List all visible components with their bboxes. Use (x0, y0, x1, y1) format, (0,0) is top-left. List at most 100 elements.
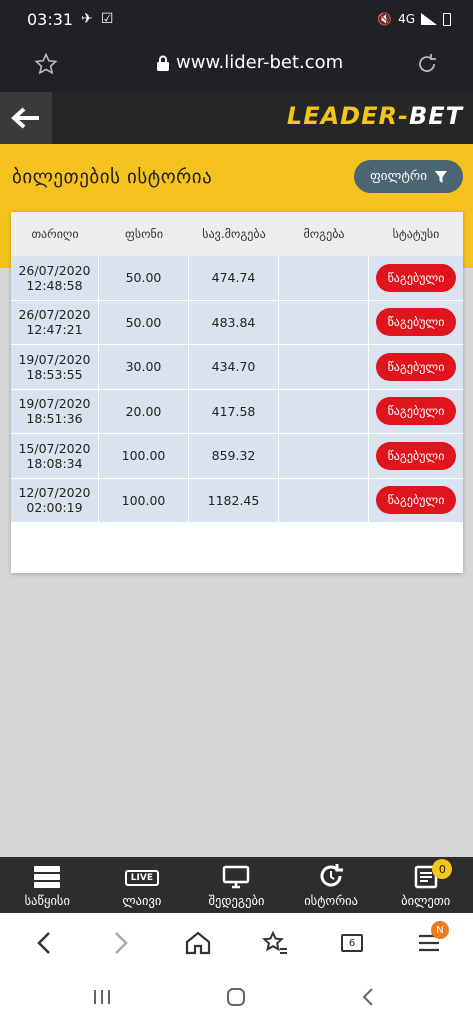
table-row[interactable]: 15/07/2020 18:08:34 100.00 859.32 წაგებულ… (11, 434, 463, 479)
cell-date: 26/07/2020 (18, 262, 91, 278)
cell-status: წაგებული (369, 479, 463, 523)
logo-part1: LEADER (286, 102, 398, 130)
arrow-left-icon (11, 107, 39, 129)
home-icon (185, 931, 211, 955)
bookmark-star-icon[interactable] (34, 52, 58, 76)
nav-item-history[interactable]: ისტორია (284, 857, 379, 913)
cell-time: 12:48:58 (26, 277, 83, 293)
table-row[interactable]: 19/07/2020 18:51:36 20.00 417.58 წაგებული (11, 389, 463, 434)
lock-icon (157, 55, 169, 71)
cell-datetime: 19/07/2020 18:53:55 (11, 345, 99, 389)
header-win: მოგება (303, 227, 345, 241)
notification-icon: ✈ (81, 11, 93, 27)
nav-item-ticket[interactable]: 0 ბილეთი (378, 857, 473, 913)
home-nav-icon[interactable] (226, 987, 246, 1007)
browser-forward-button[interactable] (107, 929, 135, 957)
filter-icon (434, 170, 447, 183)
tickets-table: თარიღი ფსონი სავ.მოგება მოგება სტატუსი 2… (11, 212, 463, 573)
cell-date: 19/07/2020 (18, 351, 91, 367)
cell-win (279, 478, 369, 522)
chevron-left-icon (37, 932, 50, 954)
cell-win (279, 345, 369, 389)
cell-date: 19/07/2020 (18, 396, 91, 412)
reload-icon[interactable] (415, 52, 439, 76)
browser-url-bar: www.lider-bet.com (0, 38, 473, 92)
monitor-icon (223, 865, 250, 889)
cell-time: 12:47:21 (26, 322, 83, 338)
browser-back-button[interactable] (30, 929, 58, 957)
cell-status: წაგებული (369, 434, 463, 478)
logo-part2: BET (408, 102, 463, 130)
filter-button[interactable]: ფილტრი (354, 160, 463, 193)
tabs-button[interactable]: 6 (338, 929, 366, 957)
nav-item-results[interactable]: შედეგები (189, 857, 284, 913)
cell-potential-win: 859.32 (189, 434, 279, 478)
signal-icon (421, 13, 437, 25)
table-row[interactable]: 19/07/2020 18:53:55 30.00 434.70 წაგებული (11, 345, 463, 390)
android-nav-bar (0, 971, 473, 1024)
chevron-right-icon (115, 932, 128, 954)
cell-potential-win: 434.70 (189, 345, 279, 389)
site-logo[interactable]: LEADER-BET (287, 102, 463, 130)
cell-status: წაგებული (369, 301, 463, 345)
network-label: 4G (398, 12, 415, 26)
browser-menu-button[interactable]: N (415, 921, 449, 957)
header-potential-win: სავ.მოგება (202, 227, 266, 241)
browser-home-button[interactable] (184, 929, 212, 957)
recent-apps-icon[interactable] (92, 987, 112, 1007)
browser-toolbar: 6 N (0, 913, 473, 971)
nav-item-home[interactable]: საწყისი (0, 857, 95, 913)
cell-potential-win: 417.58 (189, 389, 279, 433)
cell-win (279, 434, 369, 478)
nav-label: ისტორია (304, 893, 358, 908)
header-status: სტატუსი (392, 227, 440, 241)
site-bottom-nav: საწყისი LIVE ლაივი შედეგები ისტორია 0 ბი… (0, 857, 473, 913)
home-stack-icon (34, 866, 61, 888)
status-bar: 03:31 ✈ ☑ 🔇 4G (0, 0, 473, 38)
cell-potential-win: 474.74 (189, 256, 279, 300)
address-field[interactable]: www.lider-bet.com (156, 52, 343, 73)
tabs-count-icon: 6 (341, 934, 363, 952)
table-row[interactable]: 26/07/2020 12:48:58 50.00 474.74 წაგებული (11, 256, 463, 301)
logo-separator: - (397, 102, 409, 130)
cell-stake: 20.00 (99, 389, 189, 433)
history-icon (320, 864, 344, 887)
table-row[interactable]: 26/07/2020 12:47:21 50.00 483.84 წაგებული (11, 300, 463, 345)
battery-icon (443, 12, 451, 26)
site-header: LEADER-BET (0, 92, 473, 144)
table-header: თარიღი ფსონი სავ.მოგება მოგება სტატუსი (11, 212, 463, 256)
cell-stake: 50.00 (99, 256, 189, 300)
cell-status: წაგებული (369, 345, 463, 389)
status-badge: წაგებული (376, 397, 456, 426)
status-badge: წაგებული (376, 263, 456, 292)
nav-label: ლაივი (122, 893, 162, 908)
cell-time: 02:00:19 (26, 500, 83, 516)
cell-datetime: 15/07/2020 18:08:34 (11, 434, 99, 478)
back-nav-icon[interactable] (360, 987, 376, 1007)
nav-label: საწყისი (24, 893, 70, 908)
status-badge: წაგებული (376, 441, 456, 470)
cell-win (279, 300, 369, 344)
cell-win (279, 389, 369, 433)
cell-date: 12/07/2020 (18, 485, 91, 501)
cell-datetime: 26/07/2020 12:47:21 (11, 300, 99, 344)
cell-time: 18:51:36 (26, 411, 83, 427)
star-list-icon (262, 931, 287, 954)
cell-stake: 50.00 (99, 300, 189, 344)
cell-stake: 100.00 (99, 434, 189, 478)
menu-update-badge: N (431, 921, 449, 939)
mute-icon: 🔇 (377, 12, 393, 26)
bookmarks-button[interactable] (261, 929, 289, 957)
status-right: 🔇 4G (377, 12, 451, 26)
cell-win (279, 256, 369, 300)
header-stake: ფსონი (124, 227, 164, 241)
table-row[interactable]: 12/07/2020 02:00:19 100.00 1182.45 წაგებუ… (11, 478, 463, 523)
status-badge: წაგებული (376, 352, 456, 381)
cell-status: წაგებული (369, 390, 463, 434)
cell-time: 18:53:55 (26, 366, 83, 382)
back-button[interactable] (0, 92, 52, 144)
cell-status: წაგებული (369, 256, 463, 300)
nav-label: შედეგები (208, 893, 265, 908)
cell-datetime: 26/07/2020 12:48:58 (11, 256, 99, 300)
nav-item-live[interactable]: LIVE ლაივი (95, 857, 190, 913)
